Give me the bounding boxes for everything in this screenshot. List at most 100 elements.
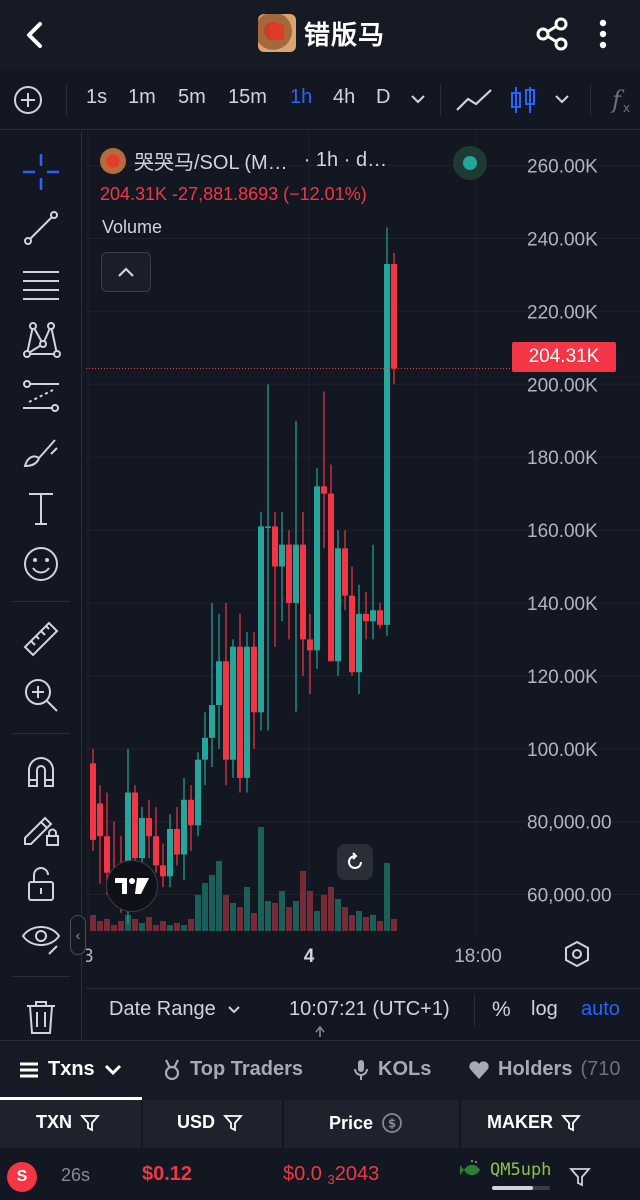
candle-body [335,548,341,662]
pattern-icon [23,322,61,358]
column-txn[interactable]: TXN [36,1112,100,1133]
volume-bar [181,925,187,931]
volume-bar [188,919,194,931]
ruler-icon [23,621,59,657]
volume-bar [286,907,292,931]
volume-bar [118,921,124,931]
column-maker-label: MAKER [487,1112,553,1132]
fish-icon [460,1160,480,1176]
maker-cell[interactable]: QM5uph [460,1160,551,1180]
date-range-button[interactable]: Date Range [109,998,242,1021]
price-digits: 2043 [334,1163,380,1185]
tool-divider [12,976,70,977]
lock-drawing-tool[interactable] [20,807,62,849]
candle-body [258,526,264,713]
interval-1s[interactable]: 1s [86,86,107,109]
volume-bar [174,923,180,931]
forecast-tool[interactable] [20,375,62,417]
column-divider [282,1100,284,1148]
collapse-legend-button[interactable] [101,252,151,292]
magnet-tool[interactable] [20,751,62,793]
percent-toggle[interactable]: % [492,998,511,1022]
emoji-tool[interactable] [20,543,62,585]
brush-tool[interactable] [20,431,62,473]
tab-holders[interactable]: Holders (710 [468,1058,621,1081]
hexagon-gear-icon[interactable] [563,940,591,968]
candle-body [300,544,306,640]
log-toggle[interactable]: log [531,998,558,1021]
auto-scale-toggle[interactable]: auto [581,998,620,1021]
interval-5m[interactable]: 5m [178,86,206,109]
zoom-in-icon [25,679,58,712]
chevron-down-icon [104,1064,121,1075]
holders-count: (710 [580,1058,621,1080]
column-usd[interactable]: USD [177,1112,243,1133]
add-indicator-icon[interactable] [12,84,44,116]
volume-bar [244,887,250,931]
share-icon[interactable] [534,16,570,52]
chart-legend[interactable]: 哭哭马/SOL (M… · 1h · d… [100,146,387,175]
volume-bar [307,891,313,931]
volume-bar [265,901,271,931]
candle-body [174,828,180,855]
volume-bar [216,861,222,931]
candle-body [202,737,208,760]
column-maker[interactable]: MAKER [487,1112,581,1133]
market-status-icon[interactable] [453,146,487,180]
chevron-down-icon[interactable] [408,92,428,106]
candle-body [132,792,138,859]
tab-top-traders[interactable]: Top Traders [162,1058,303,1081]
interval-15m[interactable]: 15m [228,86,267,109]
interval-1m[interactable]: 1m [128,86,156,109]
candle-body [342,548,348,596]
volume-bar [272,903,278,931]
timezone-time[interactable]: 10:07:21 (UTC+1) [289,998,450,1021]
candle-body [321,486,327,494]
maker-address: QM5uph [490,1160,552,1180]
column-price[interactable]: Price $ [329,1112,403,1134]
reset-chart-button[interactable] [337,844,373,880]
interval-1h[interactable]: 1h [290,86,312,109]
more-vertical-icon[interactable] [590,16,616,52]
filter-icon[interactable] [561,1114,581,1132]
volume-label[interactable]: Volume [102,217,162,238]
legend-ohlc: 204.31K -27,881.8693 (−12.01%) [100,184,367,204]
trendline-tool[interactable] [20,207,62,249]
text-tool[interactable] [20,487,62,529]
filter-icon[interactable] [80,1114,100,1132]
dollar-circle-icon[interactable]: $ [381,1112,403,1134]
tab-txns[interactable]: Txns [18,1058,123,1081]
trendline-icon [24,211,58,245]
candles-icon[interactable] [508,84,538,116]
fx-icon[interactable]: fx [608,84,640,116]
candle-body [181,799,187,855]
line-chart-icon[interactable] [454,84,494,116]
delete-tool[interactable] [20,996,62,1038]
unlock-tool[interactable] [20,863,62,905]
interval-d[interactable]: D [376,86,390,109]
volume-bar [384,863,390,931]
collapse-toolbar-button[interactable]: ‹ [70,915,86,955]
crosshair-tool[interactable] [20,151,62,193]
chevron-left-icon[interactable] [18,17,54,53]
filter-icon[interactable] [569,1166,591,1188]
zoom-tool[interactable] [20,674,62,716]
interval-4h[interactable]: 4h [333,86,355,109]
tab-kols[interactable]: KOLs [352,1058,431,1081]
filter-icon[interactable] [223,1114,243,1132]
pattern-tool[interactable] [20,319,62,361]
volume-bar [146,917,152,931]
fib-tool[interactable] [20,263,62,305]
tradingview-logo[interactable] [106,860,158,912]
chevron-down-icon[interactable] [552,92,572,106]
candle-body [188,799,194,826]
volume-bar [328,887,334,931]
candle-body [370,610,376,622]
tab-top-traders-label: Top Traders [190,1058,303,1080]
candle-body [216,661,222,706]
measure-tool[interactable] [20,618,62,660]
candle-body [328,493,334,662]
tool-divider [12,601,70,602]
visibility-tool[interactable] [20,917,62,959]
candle-body [272,526,278,567]
